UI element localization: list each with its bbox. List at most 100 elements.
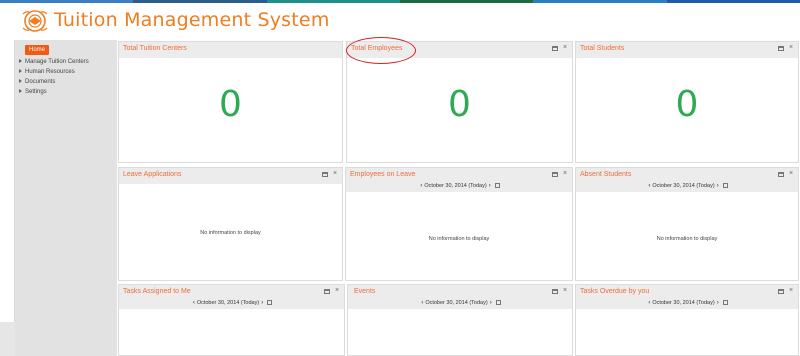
panel-controls: ×: [778, 44, 794, 51]
empty-message: No information to display: [200, 230, 261, 236]
panel-controls: ×: [324, 287, 340, 294]
next-day-button[interactable]: ›: [717, 300, 719, 306]
panel-header: Total Tuition Centers: [119, 42, 342, 58]
minimize-icon[interactable]: [552, 289, 558, 294]
sidebar-item-human-resources[interactable]: Human Resources: [19, 67, 89, 77]
panel-title: Tasks Overdue by you: [580, 288, 650, 295]
empty-message: No information to display: [656, 236, 718, 242]
panel-leave-applications: Leave Applications × No information to d…: [118, 167, 343, 281]
close-icon[interactable]: ×: [562, 44, 568, 51]
logo-icon: [22, 10, 48, 32]
panel-tasks-overdue: Tasks Overdue by you × ‹ October 30, 2014…: [575, 284, 799, 356]
close-icon[interactable]: ×: [562, 170, 568, 177]
close-icon[interactable]: ×: [788, 287, 794, 294]
sidebar-nav: Manage Tuition Centers Human Resources D…: [19, 57, 89, 97]
next-day-button[interactable]: ›: [261, 300, 263, 306]
date-navigator: ‹ October 30, 2014 (Today) ›: [119, 300, 344, 306]
calendar-icon[interactable]: [722, 183, 728, 188]
panel-tasks-assigned: Tasks Assigned to Me × ‹ October 30, 2014…: [118, 284, 345, 356]
app-header: Tuition Management System: [0, 3, 800, 39]
panel-controls: ×: [552, 287, 568, 294]
panel-employees-on-leave: Employees on Leave × ‹ October 30, 2014 (…: [345, 167, 573, 281]
expand-arrow-icon: [19, 59, 22, 63]
minimize-icon[interactable]: [778, 172, 784, 177]
left-gutter: [0, 40, 15, 322]
panel-title: Tasks Assigned to Me: [123, 288, 191, 295]
minimize-icon[interactable]: [552, 172, 558, 177]
date-label: October 30, 2014 (Today): [424, 183, 487, 189]
prev-day-button[interactable]: ‹: [420, 183, 422, 189]
employees-count: 0: [448, 84, 471, 125]
calendar-icon[interactable]: [722, 300, 728, 305]
panel-header: Leave Applications ×: [119, 168, 342, 184]
next-day-button[interactable]: ›: [490, 300, 492, 306]
app-title: Tuition Management System: [54, 9, 330, 31]
panel-header: Tasks Overdue by you × ‹ October 30, 2014…: [576, 285, 798, 309]
panel-controls: ×: [552, 170, 568, 177]
date-label: October 30, 2014 (Today): [652, 183, 715, 189]
panel-total-tuition-centers: Total Tuition Centers 0: [118, 41, 343, 163]
panel-title: Total Tuition Centers: [123, 45, 187, 52]
panel-events: Events × ‹ October 30, 2014 (Today) ›: [347, 284, 573, 356]
minimize-icon[interactable]: [324, 289, 330, 294]
panel-controls: ×: [778, 287, 794, 294]
date-label: October 30, 2014 (Today): [425, 300, 488, 306]
close-icon[interactable]: ×: [788, 44, 794, 51]
prev-day-button[interactable]: ‹: [193, 300, 195, 306]
panel-total-students: Total Students × 0: [575, 41, 799, 163]
left-corner: [0, 322, 16, 356]
panel-title: Absent Students: [580, 171, 632, 178]
panel-header: Events × ‹ October 30, 2014 (Today) ›: [348, 285, 572, 309]
sidebar: Home Manage Tuition Centers Human Resour…: [15, 40, 117, 356]
minimize-icon[interactable]: [322, 172, 328, 177]
prev-day-button[interactable]: ‹: [421, 300, 423, 306]
panel-controls: ×: [778, 170, 794, 177]
expand-arrow-icon: [19, 69, 22, 73]
close-icon[interactable]: ×: [562, 287, 568, 294]
minimize-icon[interactable]: [778, 289, 784, 294]
close-icon[interactable]: ×: [334, 287, 340, 294]
date-label: October 30, 2014 (Today): [196, 300, 260, 306]
panel-header: Total Students ×: [576, 42, 798, 58]
panel-absent-students: Absent Students × ‹ October 30, 2014 (Tod…: [575, 167, 799, 281]
empty-message: No information to display: [428, 236, 490, 242]
students-count: 0: [675, 84, 699, 125]
next-day-button[interactable]: ›: [717, 183, 719, 189]
prev-day-button[interactable]: ‹: [648, 300, 650, 306]
annotation-circle: [346, 37, 416, 64]
sidebar-item-manage-tuition-centers[interactable]: Manage Tuition Centers: [19, 57, 89, 67]
expand-arrow-icon: [19, 79, 22, 83]
home-button[interactable]: Home: [25, 45, 50, 55]
sidebar-item-documents[interactable]: Documents: [19, 77, 89, 87]
sidebar-item-settings[interactable]: Settings: [19, 87, 89, 97]
panel-title: Events: [354, 288, 376, 295]
close-icon[interactable]: ×: [788, 170, 794, 177]
date-navigator: ‹ October 30, 2014 (Today) ›: [346, 183, 572, 189]
date-navigator: ‹ October 30, 2014 (Today) ›: [348, 300, 572, 306]
close-icon[interactable]: ×: [332, 170, 338, 177]
sidebar-item-label: Settings: [25, 89, 47, 95]
panel-header: Absent Students × ‹ October 30, 2014 (Tod…: [576, 168, 798, 192]
sidebar-item-label: Documents: [25, 79, 56, 85]
panel-controls: ×: [552, 44, 568, 51]
expand-arrow-icon: [19, 89, 22, 93]
date-navigator: ‹ October 30, 2014 (Today) ›: [576, 183, 798, 189]
minimize-icon[interactable]: [552, 46, 558, 51]
minimize-icon[interactable]: [778, 46, 784, 51]
date-navigator: ‹ October 30, 2014 (Today) ›: [576, 300, 798, 306]
panel-controls: ×: [322, 170, 338, 177]
calendar-icon[interactable]: [267, 300, 273, 305]
prev-day-button[interactable]: ‹: [648, 183, 650, 189]
date-label: October 30, 2014 (Today): [652, 300, 715, 306]
panel-header: Tasks Assigned to Me × ‹ October 30, 2014…: [119, 285, 344, 309]
next-day-button[interactable]: ›: [489, 183, 491, 189]
calendar-icon[interactable]: [495, 300, 501, 305]
tuition-centers-count: 0: [219, 84, 242, 125]
sidebar-item-label: Human Resources: [25, 69, 75, 75]
panel-title: Leave Applications: [123, 171, 182, 178]
calendar-icon[interactable]: [494, 183, 500, 188]
panel-title: Employees on Leave: [350, 171, 416, 178]
panel-title: Total Students: [580, 45, 625, 52]
panel-header: Employees on Leave × ‹ October 30, 2014 (…: [346, 168, 572, 192]
sidebar-item-label: Manage Tuition Centers: [25, 59, 89, 65]
